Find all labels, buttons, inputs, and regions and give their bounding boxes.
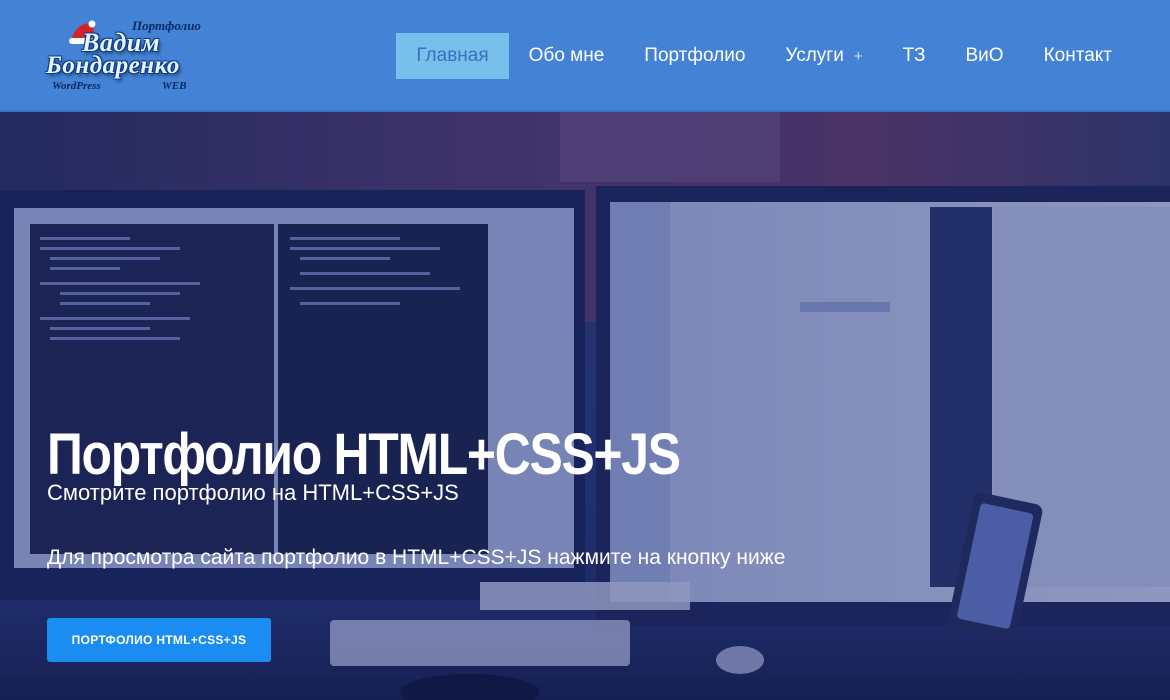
nav-item-vio[interactable]: ВиО xyxy=(946,33,1024,79)
hero-description: Для просмотра сайта портфолио в HTML+CSS… xyxy=(47,546,786,569)
nav-item-label: Обо мне xyxy=(528,45,605,66)
submenu-plus-icon[interactable]: + xyxy=(854,48,863,65)
nav-item-label: Контакт xyxy=(1043,45,1112,66)
logo-name-last: Бондаренко xyxy=(46,52,180,79)
hero-section: Портфолио HTML+CSS+JS Смотрите портфолио… xyxy=(0,112,1170,700)
site-header: Портфолио Вадим Бондаренко WordPress WEB… xyxy=(0,0,1170,112)
nav-item-portfolio[interactable]: Портфолио xyxy=(624,33,765,79)
nav-item-about[interactable]: Обо мне xyxy=(509,33,625,79)
logo-tag-wordpress: WordPress xyxy=(52,80,101,92)
nav-item-contact[interactable]: Контакт xyxy=(1024,33,1132,79)
nav-item-label: Портфолио xyxy=(644,45,746,66)
nav-item-home[interactable]: Главная xyxy=(396,33,509,79)
nav-item-tz[interactable]: ТЗ xyxy=(883,33,946,79)
main-navigation: Главная Обо мне Портфолио Услуги + ТЗ Ви… xyxy=(396,33,1132,79)
nav-item-label: Главная xyxy=(416,45,489,66)
hero-subtitle: Смотрите портфолио на HTML+CSS+JS xyxy=(47,480,459,505)
portfolio-html-css-js-button[interactable]: ПОРТФОЛИО HTML+CSS+JS xyxy=(47,618,271,662)
nav-item-label: ТЗ xyxy=(902,45,926,66)
nav-item-label: ВиО xyxy=(965,45,1004,66)
hero-title: Портфолио HTML+CSS+JS xyxy=(47,421,681,487)
hero-overlay xyxy=(0,112,1170,700)
logo-tag-web: WEB xyxy=(162,80,187,92)
site-logo[interactable]: Портфолио Вадим Бондаренко WordPress WEB xyxy=(44,14,214,98)
nav-item-services[interactable]: Услуги + xyxy=(765,33,882,79)
nav-item-label: Услуги xyxy=(785,45,844,66)
